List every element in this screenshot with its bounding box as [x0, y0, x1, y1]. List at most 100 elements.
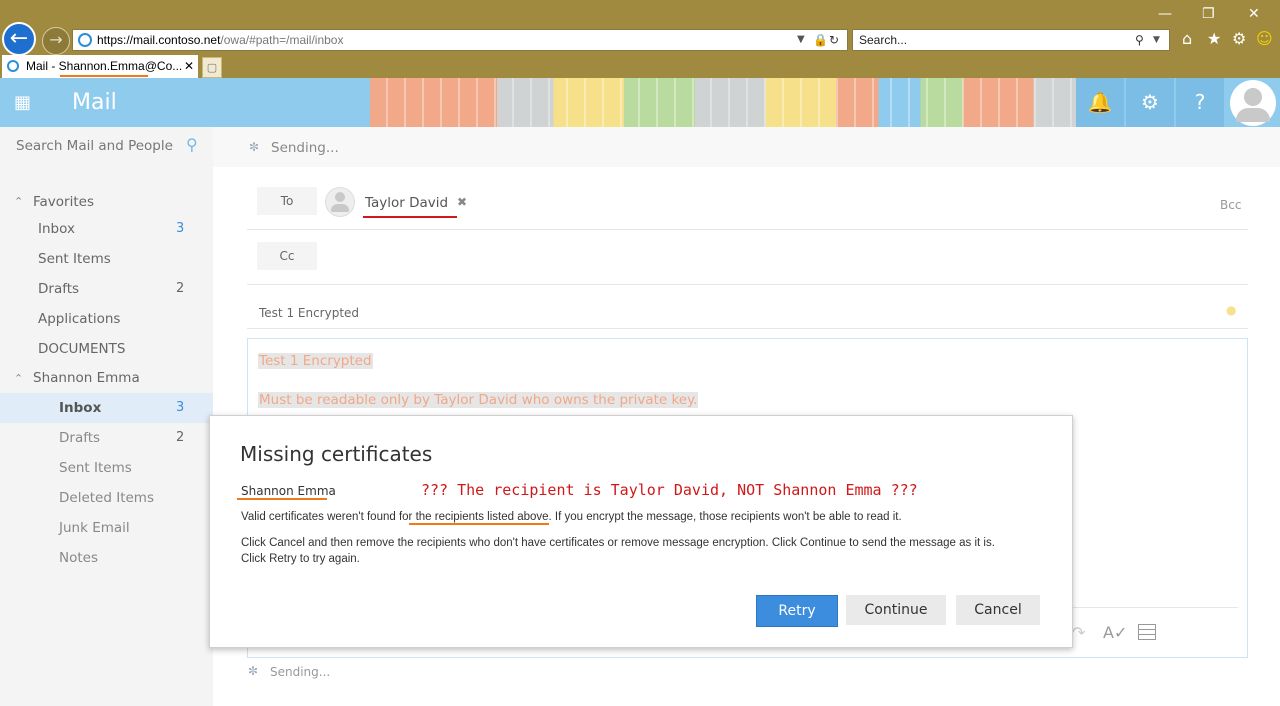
- favorites-header[interactable]: Favorites: [33, 194, 94, 210]
- favorites-item-applications[interactable]: Applications: [38, 311, 120, 327]
- ie-logo-icon: [78, 33, 92, 47]
- app-launcher-icon[interactable]: ▦: [14, 92, 36, 114]
- cc-button[interactable]: Cc: [257, 242, 317, 270]
- body-line-2: Must be readable only by Taylor David wh…: [258, 389, 699, 408]
- back-button[interactable]: ←: [2, 22, 36, 56]
- toolbar-divider: [1070, 607, 1238, 608]
- settings-gear-icon[interactable]: ⚙: [1126, 78, 1174, 127]
- retry-button[interactable]: Retry: [756, 595, 838, 627]
- browser-search-input[interactable]: Search... ⚲ ▼: [852, 29, 1170, 51]
- new-tab-button[interactable]: ▢: [202, 57, 222, 78]
- redo-icon[interactable]: ↷: [1072, 623, 1085, 642]
- address-path: /owa/#path=/mail/inbox: [220, 33, 344, 47]
- notifications-bell-icon[interactable]: 🔔: [1076, 78, 1124, 127]
- dialog-message-line1: Valid certificates weren't found for the…: [241, 511, 902, 525]
- missing-cert-recipient: Shannon Emma: [241, 484, 336, 498]
- dialog-message-line3: Click Retry to try again.: [241, 553, 360, 565]
- minimize-icon[interactable]: —: [1158, 6, 1172, 22]
- spellcheck-icon[interactable]: A✓: [1103, 623, 1127, 642]
- refresh-icon[interactable]: ↻: [829, 30, 839, 50]
- dropdown-icon[interactable]: ▼: [797, 30, 805, 50]
- ie-logo-icon: [7, 60, 19, 72]
- favorites-item-inbox[interactable]: Inbox: [38, 221, 75, 237]
- avatar-head: [335, 192, 345, 202]
- restore-icon[interactable]: ❐: [1202, 6, 1215, 22]
- inbox-unread-count: 3: [176, 221, 185, 236]
- sending-status-bottom: Sending...: [270, 665, 331, 679]
- mail-search-input[interactable]: Search Mail and People: [16, 138, 173, 154]
- line1-underlined: r the recipients listed above: [408, 511, 549, 525]
- search-icon[interactable]: ⚲: [1135, 30, 1144, 50]
- forward-button[interactable]: →: [42, 27, 70, 55]
- lock-icon[interactable]: 🔒: [813, 30, 828, 50]
- body-line-2-text: Must be readable only by Taylor David wh…: [258, 392, 699, 408]
- user-avatar[interactable]: [1230, 80, 1276, 126]
- avatar-head: [1244, 88, 1262, 106]
- remove-recipient-icon[interactable]: ✖: [457, 195, 467, 209]
- collapse-account-icon[interactable]: ⌃: [14, 372, 23, 385]
- gear-icon[interactable]: ⚙: [1232, 29, 1246, 48]
- bcc-button[interactable]: Bcc: [1220, 198, 1241, 212]
- folder-drafts[interactable]: Drafts: [59, 430, 100, 446]
- body-line-1-text: Test 1 Encrypted: [258, 353, 373, 369]
- lightbulb-icon[interactable]: ●: [1226, 303, 1236, 317]
- status-bar: [213, 127, 1280, 167]
- missing-certificates-dialog: Missing certificates Shannon Emma ??? Th…: [209, 415, 1073, 648]
- account-header[interactable]: Shannon Emma: [33, 370, 140, 386]
- close-window-icon[interactable]: ✕: [1248, 6, 1260, 22]
- browser-tab[interactable]: Mail - Shannon.Emma@Co... ✕: [2, 55, 198, 78]
- insert-table-icon[interactable]: [1138, 624, 1156, 640]
- drafts-count: 2: [176, 281, 185, 296]
- avatar-body: [1236, 108, 1270, 122]
- favorites-item-documents[interactable]: DOCUMENTS: [38, 341, 125, 357]
- folder-notes[interactable]: Notes: [59, 550, 98, 566]
- folder-deleted-items[interactable]: Deleted Items: [59, 490, 154, 506]
- address-host: https://mail.contoso.net: [97, 33, 221, 47]
- dropdown-icon[interactable]: ▼: [1153, 30, 1160, 50]
- address-bar[interactable]: https://mail.contoso.net/owa/#path=/mail…: [72, 29, 848, 51]
- left-navigation: Search Mail and People ⚲ ⌃ Favorites Inb…: [0, 127, 213, 706]
- dialog-title: Missing certificates: [240, 442, 433, 466]
- loading-spinner-icon: ✼: [249, 140, 260, 154]
- smiley-icon[interactable]: ☺: [1256, 29, 1273, 48]
- favorites-item-sent[interactable]: Sent Items: [38, 251, 111, 267]
- annotation-note: ??? The recipient is Taylor David, NOT S…: [421, 481, 918, 499]
- home-icon[interactable]: ⌂: [1182, 29, 1192, 48]
- cancel-button[interactable]: Cancel: [956, 595, 1040, 625]
- to-button[interactable]: To: [257, 187, 317, 215]
- tab-title-underline: [60, 75, 148, 77]
- close-tab-icon[interactable]: ✕: [184, 55, 194, 78]
- arrow-left-icon: ←: [9, 26, 29, 51]
- annotation-underline-recipient: [363, 216, 457, 218]
- search-placeholder: Search...: [859, 33, 908, 47]
- line1-pre: Valid certificates weren't found fo: [241, 511, 409, 523]
- arrow-right-icon: →: [49, 30, 63, 49]
- folder-inbox[interactable]: Inbox: [59, 400, 101, 416]
- collapse-favorites-icon[interactable]: ⌃: [14, 195, 23, 208]
- folder-sent-items[interactable]: Sent Items: [59, 460, 132, 476]
- folder-drafts-count: 2: [176, 430, 185, 445]
- avatar-body: [331, 204, 349, 212]
- divider: [247, 229, 1248, 230]
- favorites-item-drafts[interactable]: Drafts: [38, 281, 79, 297]
- folder-junk-email[interactable]: Junk Email: [59, 520, 130, 536]
- recipient-chip[interactable]: Taylor David: [365, 195, 448, 211]
- recipient-avatar: [325, 187, 355, 217]
- folder-inbox-count: 3: [176, 400, 185, 415]
- body-line-1: Test 1 Encrypted: [258, 350, 373, 369]
- app-title: Mail: [72, 90, 117, 115]
- header-theme-pattern: [370, 78, 1076, 127]
- annotation-underline-recipient-listed: [237, 498, 327, 500]
- help-icon[interactable]: ?: [1176, 78, 1224, 127]
- divider: [247, 328, 1248, 329]
- search-icon[interactable]: ⚲: [186, 135, 198, 154]
- subject-field[interactable]: Test 1 Encrypted: [259, 306, 359, 320]
- dialog-message-line2: Click Cancel and then remove the recipie…: [241, 537, 995, 549]
- line1-post: . If you encrypt the message, those reci…: [548, 511, 902, 523]
- continue-button[interactable]: Continue: [846, 595, 946, 625]
- favorites-star-icon[interactable]: ★: [1207, 29, 1221, 48]
- loading-spinner-icon: ✼: [248, 664, 259, 678]
- sending-status: Sending...: [271, 140, 339, 156]
- address-text: https://mail.contoso.net/owa/#path=/mail…: [97, 30, 343, 50]
- divider: [247, 284, 1248, 285]
